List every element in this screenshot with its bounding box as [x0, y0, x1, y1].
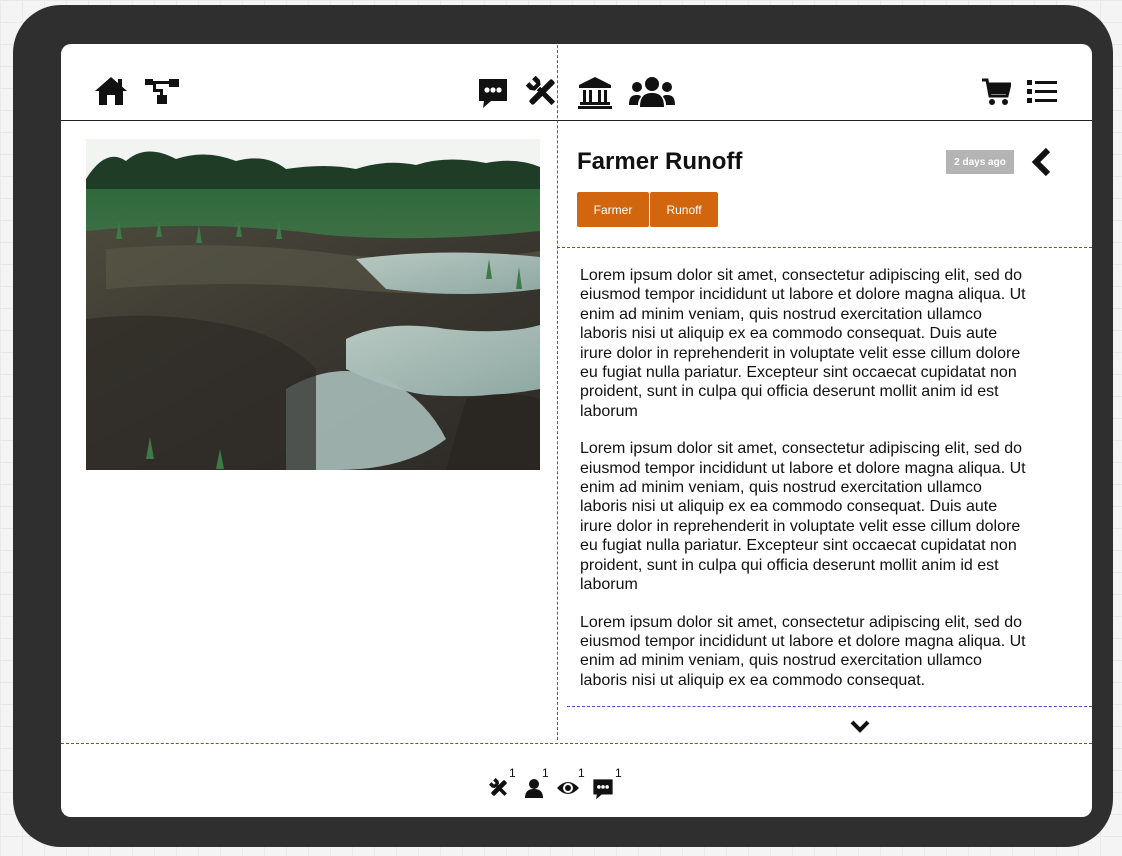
- paragraph: Lorem ipsum dolor sit amet, consectetur …: [580, 613, 1026, 689]
- paragraph: Lorem ipsum dolor sit amet, consectetur …: [580, 267, 1026, 420]
- comment-dots-icon[interactable]: [477, 77, 509, 109]
- sitemap-icon[interactable]: [145, 79, 179, 105]
- users-icon[interactable]: [628, 75, 676, 109]
- tools-count: 1: [509, 766, 516, 780]
- tag-runoff[interactable]: Runoff: [650, 192, 718, 227]
- column-divider: [557, 44, 558, 740]
- paragraph: Lorem ipsum dolor sit amet, consectetur …: [580, 440, 1026, 594]
- views-count: 1: [578, 766, 585, 780]
- footer-stats: 1 1 1 1: [61, 764, 1092, 804]
- section-divider: [567, 706, 1092, 707]
- tag-list: Farmer Runoff: [577, 192, 719, 227]
- university-icon[interactable]: [577, 75, 613, 109]
- user-count: 1: [542, 766, 549, 780]
- article-body: Lorem ipsum dolor sit amet, consectetur …: [580, 266, 1032, 690]
- cart-icon[interactable]: [981, 78, 1011, 106]
- comment-dots-icon[interactable]: [592, 778, 614, 800]
- home-icon[interactable]: [93, 75, 129, 107]
- tools-icon[interactable]: [489, 778, 509, 798]
- eye-icon[interactable]: [556, 778, 580, 798]
- tablet-frame: Farmer Runoff 2 days ago Farmer Runoff L…: [13, 5, 1113, 847]
- tools-icon[interactable]: [525, 75, 559, 109]
- expand-chevron-down-icon[interactable]: [850, 719, 870, 733]
- comments-count: 1: [615, 766, 622, 780]
- tablet-screen: Farmer Runoff 2 days ago Farmer Runoff L…: [61, 44, 1092, 817]
- article-image: [86, 139, 540, 470]
- time-badge: 2 days ago: [946, 150, 1014, 174]
- article-title: Farmer Runoff: [577, 148, 743, 175]
- section-divider: [61, 743, 1092, 744]
- section-divider: [557, 247, 1092, 248]
- top-nav-bar: [61, 44, 1092, 121]
- tag-farmer[interactable]: Farmer: [577, 192, 649, 227]
- user-icon[interactable]: [524, 778, 544, 798]
- back-chevron-icon[interactable]: [1031, 147, 1051, 177]
- list-icon[interactable]: [1027, 79, 1057, 105]
